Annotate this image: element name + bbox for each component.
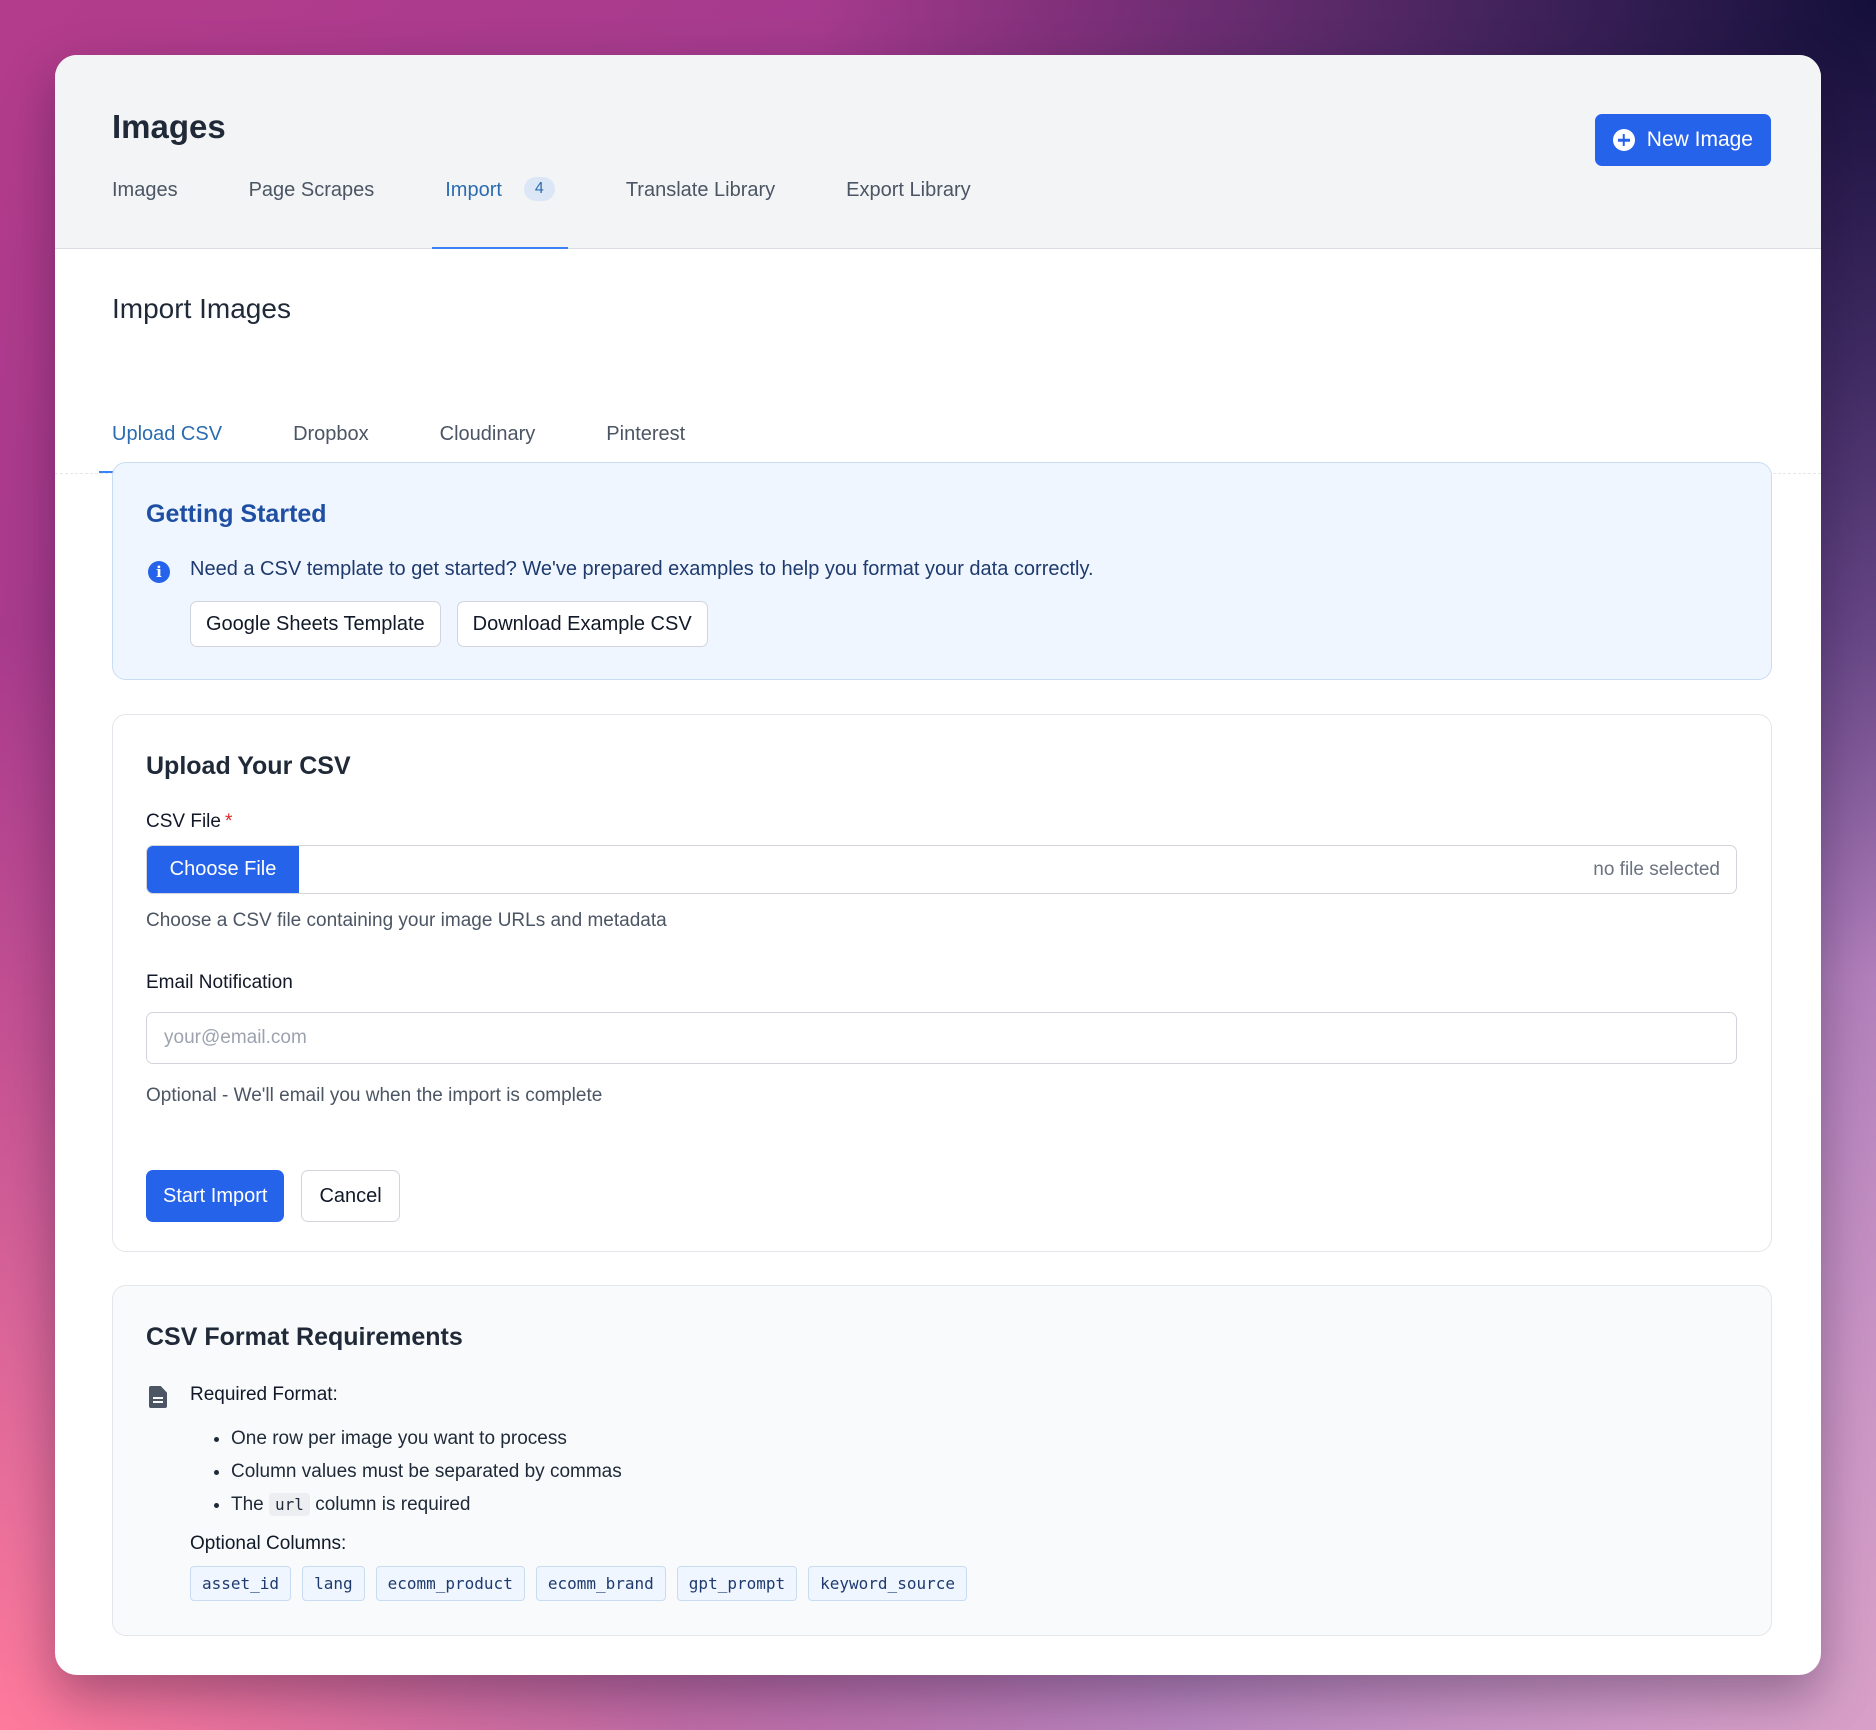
import-count-badge: 4 [523,177,555,201]
tab-page-scrapes[interactable]: Page Scrapes [249,170,375,248]
tab-export-library-label: Export Library [846,179,971,201]
column-chip: keyword_source [808,1566,967,1601]
column-chip: ecomm_brand [535,1566,666,1601]
template-buttons: Google Sheets Template Download Example … [190,601,708,647]
list-item: One row per image you want to process [231,1422,622,1455]
tab-page-scrapes-label: Page Scrapes [248,179,375,201]
email-help: Optional - We'll email you when the impo… [146,1085,603,1106]
file-status: no file selected [1593,858,1720,880]
requirements-list: One row per image you want to process Co… [231,1422,622,1521]
csv-file-label-text: CSV File [146,811,221,832]
required-indicator: * [224,811,233,832]
page-title: Images [112,108,226,145]
upload-csv-panel: Upload Your CSV CSV File * Choose File no… [112,714,1772,1252]
column-chip: lang [302,1566,365,1601]
tab-translate-library-label: Translate Library [625,179,776,201]
cancel-button[interactable]: Cancel [301,1170,400,1222]
info-icon: i [148,561,170,583]
tab-import-label: Import [445,179,502,201]
list-item: Column values must be separated by comma… [231,1455,622,1488]
email-field[interactable] [146,1012,1737,1064]
import-section-title: Import Images [112,293,291,324]
tab-import[interactable]: Import 4 [432,170,568,249]
getting-started-panel: Getting Started i Need a CSV template to… [112,462,1772,680]
getting-started-text: Need a CSV template to get started? We'v… [190,558,1094,580]
requirements-title: CSV Format Requirements [146,1323,463,1351]
page-header: Images New Image Images Page Scrapes Imp… [55,55,1821,249]
email-label: Email Notification [146,972,293,993]
plus-circle-icon [1612,129,1635,151]
csv-file-label: CSV File * [146,811,232,833]
column-chip: asset_id [190,1566,292,1601]
tab-images[interactable]: Images [112,170,178,248]
new-image-button-label: New Image [1646,128,1753,151]
tab-translate-library[interactable]: Translate Library [626,170,775,248]
getting-started-title: Getting Started [146,500,327,528]
upload-title: Upload Your CSV [146,752,351,780]
start-import-button[interactable]: Start Import [146,1170,285,1222]
new-image-button[interactable]: New Image [1594,114,1771,166]
optional-columns: asset_id lang ecomm_product ecomm_brand … [190,1566,967,1601]
tab-images-label: Images [112,179,178,201]
column-chip: ecomm_product [375,1566,525,1601]
url-code: url [269,1493,310,1516]
list-item: The url column is required [231,1488,622,1521]
csv-requirements-panel: CSV Format Requirements Required Format:… [112,1285,1772,1636]
document-icon [149,1386,167,1408]
choose-file-button[interactable]: Choose File [147,846,299,893]
form-actions: Start Import Cancel [146,1170,400,1222]
csv-file-input[interactable]: Choose File no file selected [146,845,1737,894]
download-example-csv-button[interactable]: Download Example CSV [456,601,708,647]
images-card: Images New Image Images Page Scrapes Imp… [55,55,1821,1675]
optional-columns-label: Optional Columns: [190,1533,347,1554]
tab-export-library[interactable]: Export Library [846,170,971,248]
url-rule-suffix: column is required [315,1494,471,1515]
csv-file-help: Choose a CSV file containing your image … [146,910,667,931]
google-sheets-template-button[interactable]: Google Sheets Template [190,601,441,647]
required-format-label: Required Format: [190,1384,338,1405]
main-tabs: Images Page Scrapes Import 4 Translate L… [112,170,1042,249]
column-chip: gpt_prompt [676,1566,798,1601]
url-rule-prefix: The [231,1494,264,1515]
